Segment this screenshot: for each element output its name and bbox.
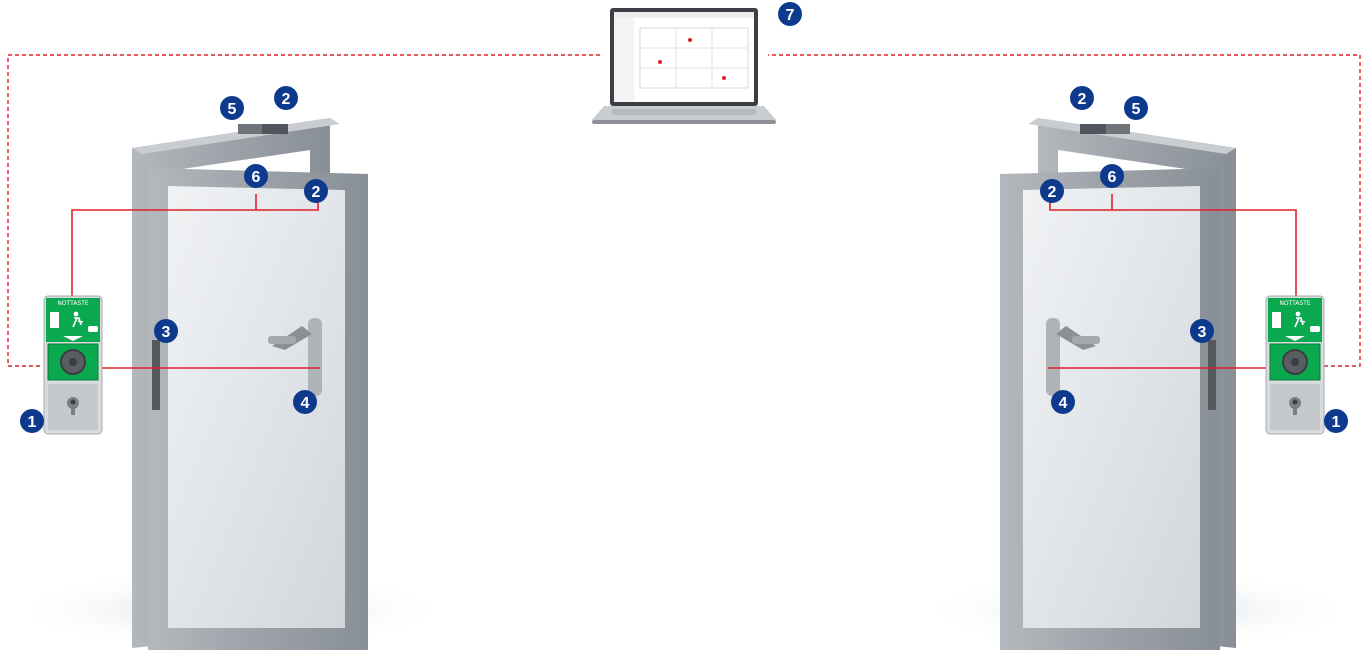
- marker-label: 2: [1078, 91, 1087, 108]
- marker-label: 3: [1198, 324, 1207, 341]
- right-door-handle-plate: [1046, 318, 1060, 396]
- marker-label: 4: [1059, 395, 1068, 412]
- laptop-icon: [592, 8, 776, 124]
- marker-label: 2: [1048, 184, 1057, 201]
- right-panel-header: NOTTASTE: [1279, 300, 1311, 307]
- left-door-glass: [168, 186, 345, 628]
- left-emergency-panel: NOTTASTE: [43, 295, 103, 435]
- marker-label: 5: [228, 101, 237, 118]
- marker-4-left: 4: [293, 390, 317, 414]
- marker-3-left: 3: [154, 319, 178, 343]
- marker-2-mid-right: 2: [1040, 179, 1064, 203]
- left-panel-header: NOTTASTE: [57, 300, 89, 307]
- marker-3-right: 3: [1190, 319, 1214, 343]
- marker-label: 6: [252, 169, 261, 186]
- left-door-handle-plate: [308, 318, 322, 396]
- marker-6-left: 6: [244, 164, 268, 188]
- marker-1-right: 1: [1324, 409, 1348, 433]
- marker-label: 6: [1108, 169, 1117, 186]
- access-control-diagram: NOTTASTE NOTTASTE 1 2 2 3 4 5 6 7 1 2 2 …: [0, 0, 1368, 655]
- marker-label: 1: [28, 414, 37, 431]
- marker-label: 1: [1332, 414, 1341, 431]
- right-door-glass: [1023, 186, 1200, 628]
- marker-label: 2: [282, 91, 291, 108]
- marker-2-mid-left: 2: [304, 179, 328, 203]
- marker-5-right: 5: [1124, 96, 1148, 120]
- marker-label: 5: [1132, 101, 1141, 118]
- marker-2-top-right: 2: [1070, 86, 1094, 110]
- right-emergency-panel: NOTTASTE: [1265, 295, 1325, 435]
- marker-1-left: 1: [20, 409, 44, 433]
- marker-label: 3: [162, 324, 171, 341]
- marker-label: 4: [301, 395, 310, 412]
- marker-label: 2: [312, 184, 321, 201]
- marker-7-laptop: 7: [778, 2, 802, 26]
- marker-label: 7: [786, 7, 795, 24]
- marker-4-right: 4: [1051, 390, 1075, 414]
- marker-5-left: 5: [220, 96, 244, 120]
- marker-6-right: 6: [1100, 164, 1124, 188]
- marker-2-top-left: 2: [274, 86, 298, 110]
- diagram-canvas: NOTTASTE NOTTASTE 1 2 2 3 4 5 6 7 1 2 2 …: [7, 2, 1361, 650]
